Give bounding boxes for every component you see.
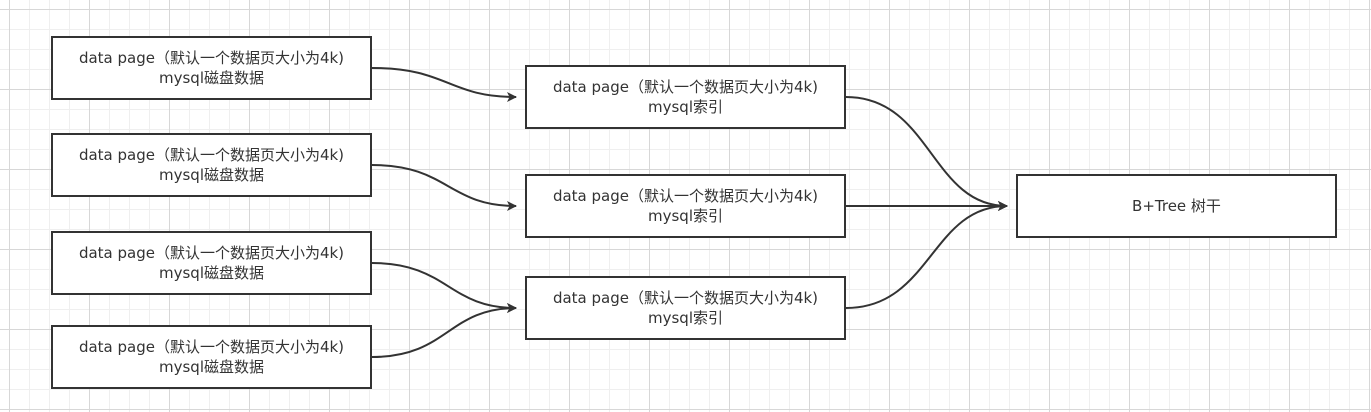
source-node-title: data page（默认一个数据页大小为4k) [78, 338, 345, 356]
index-node-1[interactable]: data page（默认一个数据页大小为4k) mysql索引 [525, 65, 846, 129]
source-node-3[interactable]: data page（默认一个数据页大小为4k) mysql磁盘数据 [51, 231, 372, 295]
connector-source-4-to-index-3 [371, 303, 517, 358]
source-node-4[interactable]: data page（默认一个数据页大小为4k) mysql磁盘数据 [51, 325, 372, 389]
source-node-subtitle: mysql磁盘数据 [159, 264, 264, 282]
diagram-canvas: data page（默认一个数据页大小为4k) mysql磁盘数据 data p… [0, 0, 1371, 412]
source-node-subtitle: mysql磁盘数据 [159, 358, 264, 376]
index-node-title: data page（默认一个数据页大小为4k) [552, 289, 819, 307]
source-node-title: data page（默认一个数据页大小为4k) [78, 146, 345, 164]
connector-index-3-to-root [845, 201, 1008, 309]
index-node-subtitle: mysql索引 [648, 309, 723, 327]
connector-source-1-to-index-1 [371, 67, 517, 102]
source-node-2[interactable]: data page（默认一个数据页大小为4k) mysql磁盘数据 [51, 133, 372, 197]
source-node-subtitle: mysql磁盘数据 [159, 69, 264, 87]
index-node-title: data page（默认一个数据页大小为4k) [552, 187, 819, 205]
index-node-title: data page（默认一个数据页大小为4k) [552, 78, 819, 96]
root-node[interactable]: B+Tree 树干 [1016, 174, 1337, 238]
index-node-subtitle: mysql索引 [648, 98, 723, 116]
source-node-subtitle: mysql磁盘数据 [159, 166, 264, 184]
connector-index-1-to-root [845, 96, 1008, 211]
connector-source-2-to-index-2 [371, 164, 517, 211]
index-node-3[interactable]: data page（默认一个数据页大小为4k) mysql索引 [525, 276, 846, 340]
source-node-title: data page（默认一个数据页大小为4k) [78, 244, 345, 262]
source-node-1[interactable]: data page（默认一个数据页大小为4k) mysql磁盘数据 [51, 36, 372, 100]
root-node-label: B+Tree 树干 [1132, 197, 1221, 215]
index-node-subtitle: mysql索引 [648, 207, 723, 225]
index-node-2[interactable]: data page（默认一个数据页大小为4k) mysql索引 [525, 174, 846, 238]
source-node-title: data page（默认一个数据页大小为4k) [78, 49, 345, 67]
connector-source-3-to-index-3 [371, 262, 517, 313]
